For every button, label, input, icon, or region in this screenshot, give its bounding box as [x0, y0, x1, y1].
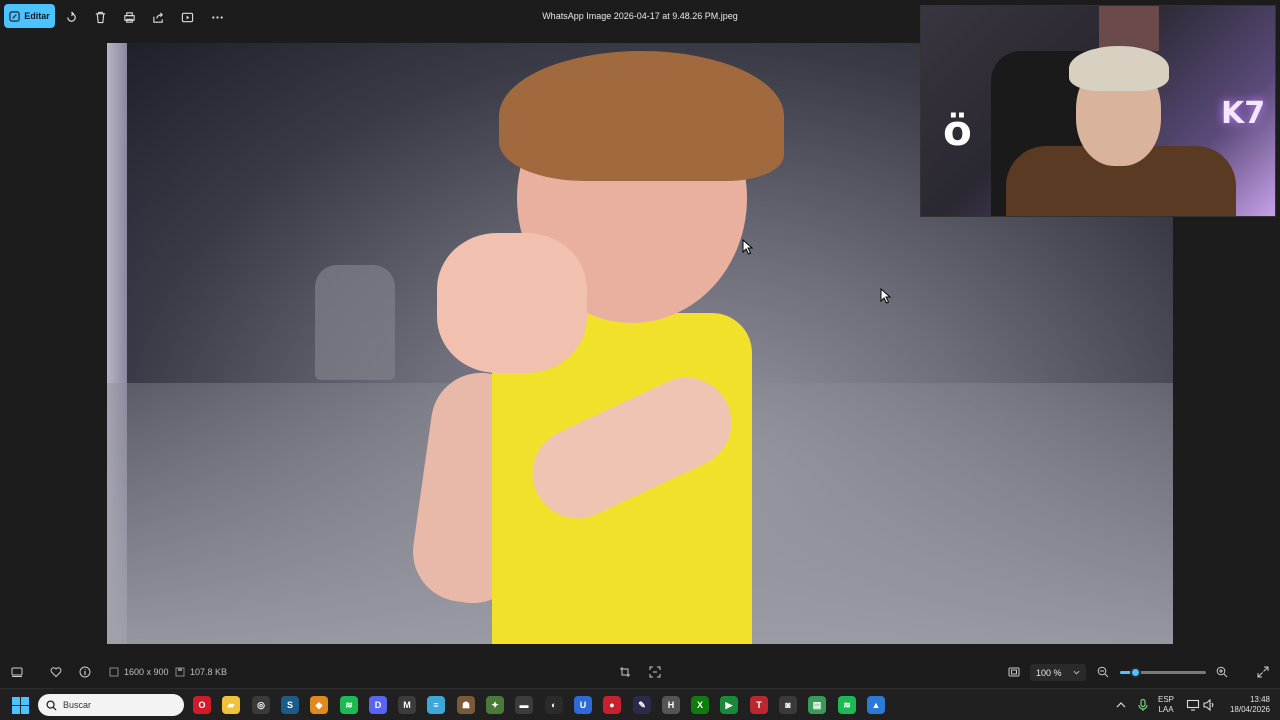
red-app-icon[interactable]: ●	[603, 696, 621, 714]
clock-date: 18/04/2026	[1229, 705, 1270, 714]
spotify-icon[interactable]: ≋	[340, 696, 358, 714]
crop-button[interactable]	[619, 665, 631, 679]
microphone-icon	[1138, 698, 1148, 711]
shield-app-icon[interactable]: ◆	[310, 696, 328, 714]
clock-time: 13:48	[1249, 695, 1270, 704]
zoom-out-icon	[1097, 666, 1109, 678]
scan-icon	[649, 666, 661, 678]
image-size-icon	[109, 667, 119, 677]
expand-icon	[1257, 666, 1269, 678]
microphone-button[interactable]	[1136, 698, 1150, 712]
zoom-value: 100 %	[1036, 667, 1062, 678]
language-bottom: LAA	[1158, 705, 1174, 714]
taskbar-search[interactable]: Buscar	[38, 694, 184, 716]
chevron-up-icon	[1116, 702, 1126, 708]
notepad-icon[interactable]: ≡	[427, 696, 445, 714]
chevron-down-icon	[1073, 670, 1080, 675]
start-button[interactable]	[12, 697, 29, 714]
obs-icon[interactable]: ◐	[545, 696, 563, 714]
mouse-cursor-icon	[742, 239, 754, 255]
zoom-dropdown[interactable]: 100 %	[1030, 664, 1086, 681]
chrome-icon[interactable]: ◎	[252, 696, 270, 714]
media-app-icon[interactable]: ◙	[779, 696, 797, 714]
webcam-overlay: ö K7	[920, 5, 1276, 217]
opera-icon[interactable]: O	[193, 696, 211, 714]
file-explorer-icon[interactable]: ▰	[222, 696, 240, 714]
twitter-tool-icon[interactable]: T	[750, 696, 768, 714]
language-top: ESP	[1158, 695, 1175, 704]
zoom-slider[interactable]	[1120, 667, 1206, 678]
filmstrip-button[interactable]	[11, 665, 23, 679]
game-icon[interactable]: ☗	[457, 696, 475, 714]
monitor-icon	[1186, 699, 1200, 711]
car-app-icon[interactable]: ▬	[515, 696, 533, 714]
zoom-in-icon	[1216, 666, 1228, 678]
mouse-cursor-icon	[880, 288, 892, 304]
zoom-out-button[interactable]	[1097, 665, 1109, 679]
search-icon	[46, 699, 57, 711]
zoom-in-button[interactable]	[1216, 665, 1228, 679]
clock[interactable]: 13:48 18/04/2026	[1226, 695, 1270, 715]
display-button[interactable]	[1186, 698, 1200, 712]
heart-icon	[50, 667, 62, 678]
fit-to-window-button[interactable]	[1008, 665, 1020, 679]
filmstrip-icon	[11, 667, 23, 677]
image-dimensions: 1600 x 900	[108, 665, 169, 679]
xbox-app-icon[interactable]: ▶	[720, 696, 738, 714]
crop-icon	[620, 667, 630, 677]
status-bar: 1600 x 900 107.8 KB 100 %	[0, 656, 1280, 688]
search-placeholder: Buscar	[63, 700, 92, 710]
stack-app-icon[interactable]: ▤	[808, 696, 826, 714]
zoom-slider-thumb[interactable]	[1130, 667, 1142, 678]
fit-screen-icon	[1008, 667, 1020, 677]
photo-viewer-window: Editar WhatsApp Image 2026-04-17 at 9.48…	[0, 0, 1280, 688]
windows-taskbar: Buscar O ▰ ◎ S ◆ ≋ D M ≡ ☗ ✦ ▬ ◐ U ● ✎ H X ▶ T ◙ ▤ ≋ ▲ ESP LAA …	[0, 688, 1280, 720]
xbox-icon[interactable]: X	[691, 696, 709, 714]
app-cm-icon[interactable]: M	[398, 696, 416, 714]
discord-icon[interactable]: D	[369, 696, 387, 714]
steam-icon[interactable]: S	[281, 696, 299, 714]
photos-icon[interactable]: ▲	[867, 696, 885, 714]
speaker-icon	[1203, 698, 1214, 712]
webcam-logo: ö	[943, 106, 972, 155]
vpn-icon[interactable]: U	[574, 696, 592, 714]
show-hidden-icons-button[interactable]	[1114, 698, 1128, 712]
full-screen-button[interactable]	[1257, 665, 1269, 679]
favorite-button[interactable]	[50, 665, 62, 679]
game2-icon[interactable]: ✦	[486, 696, 504, 714]
language-indicator[interactable]: ESP LAA	[1158, 695, 1174, 715]
info-icon	[79, 666, 91, 678]
save-icon	[175, 667, 185, 677]
visual-search-button[interactable]	[649, 665, 661, 679]
volume-button[interactable]	[1202, 698, 1216, 712]
tool-app-icon[interactable]: ✎	[633, 696, 651, 714]
spotify2-icon[interactable]: ≋	[838, 696, 856, 714]
neon-sign: K7	[1221, 96, 1266, 131]
dimensions-text: 1600 x 900	[124, 667, 169, 677]
file-size-text: 107.8 KB	[190, 667, 228, 677]
app-h-icon[interactable]: H	[662, 696, 680, 714]
info-button[interactable]	[79, 665, 91, 679]
file-size: 107.8 KB	[174, 665, 227, 679]
